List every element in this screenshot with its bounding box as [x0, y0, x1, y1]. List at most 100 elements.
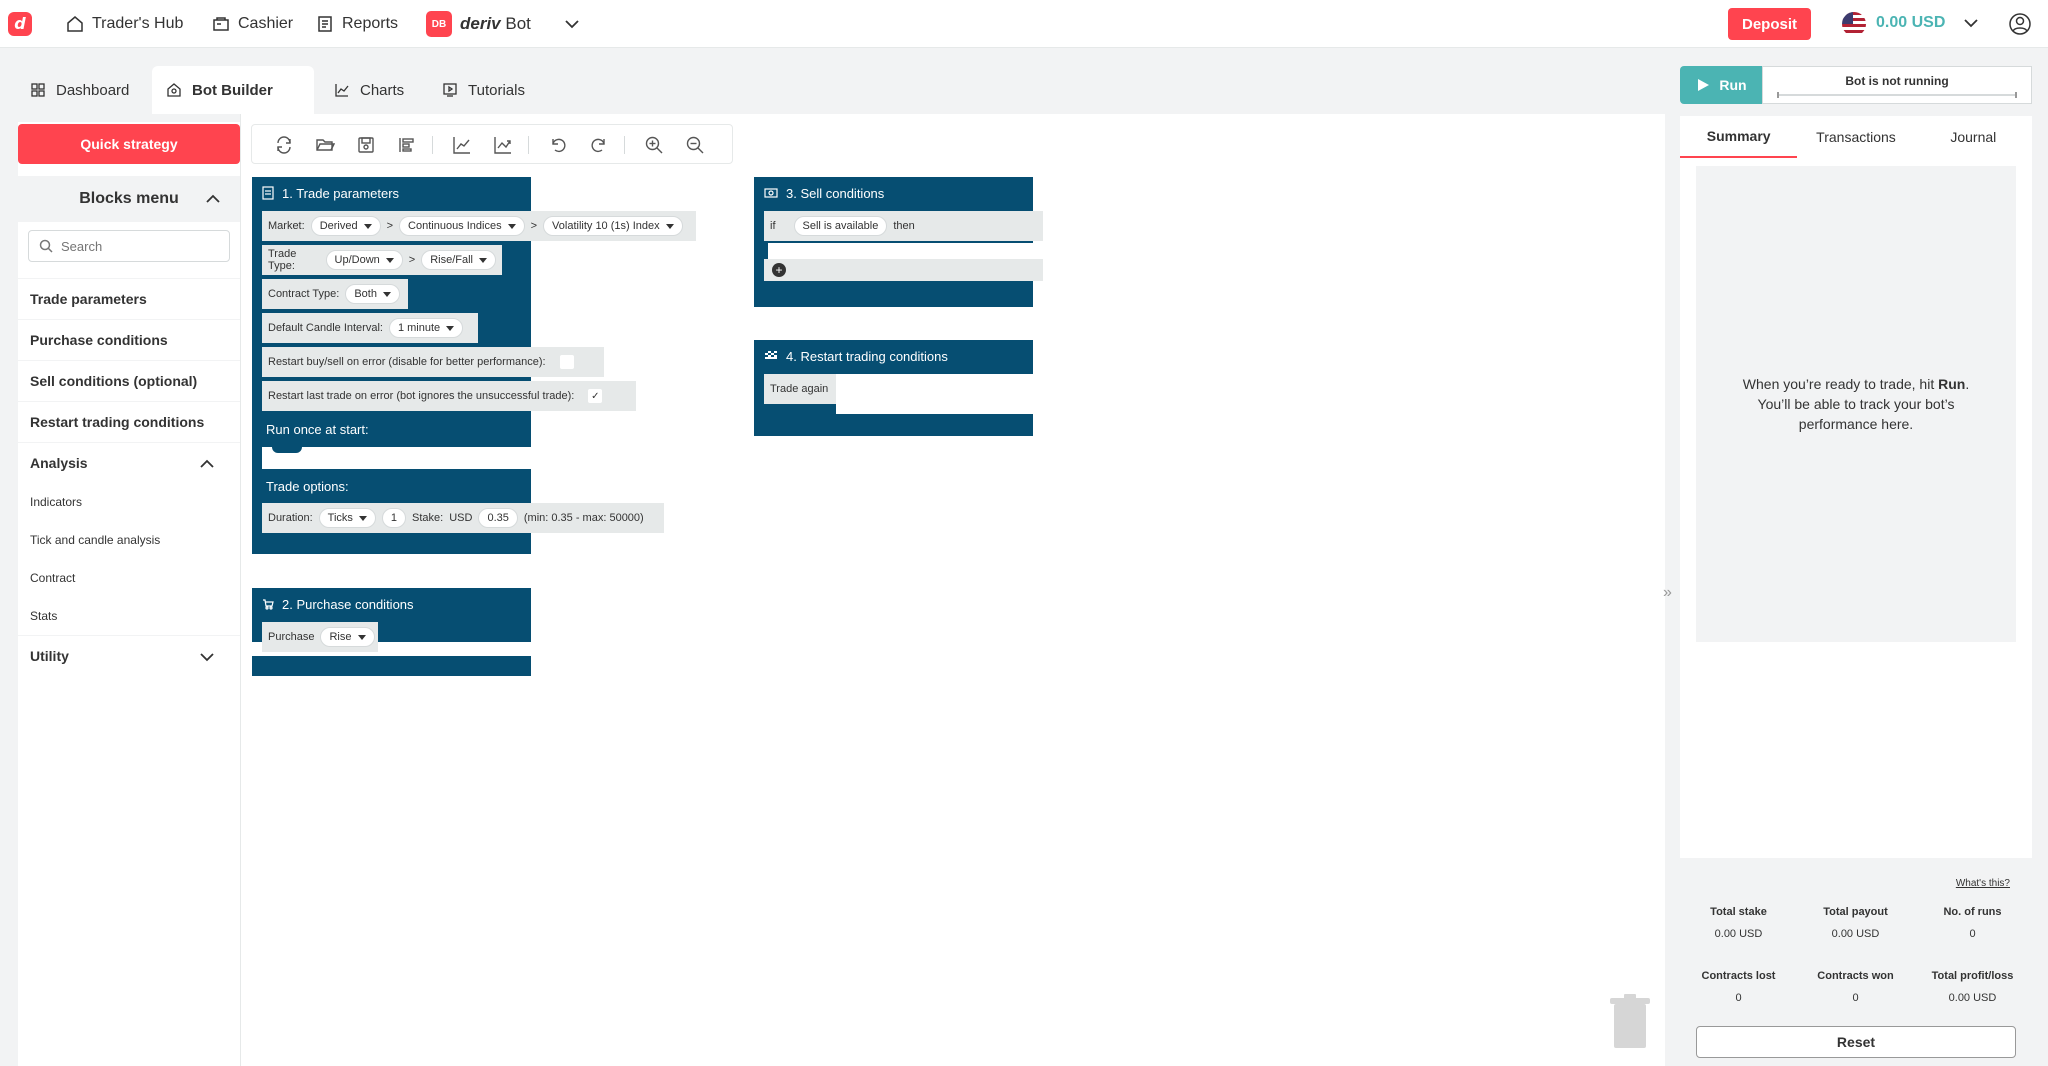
- save-icon[interactable]: [356, 135, 376, 155]
- trade-subtype-dropdown[interactable]: Rise/Fall: [421, 250, 496, 270]
- zoom-in-icon[interactable]: [644, 135, 664, 155]
- run-button[interactable]: Run: [1680, 66, 1762, 104]
- trade-again-block[interactable]: Trade again: [764, 374, 836, 404]
- restart-trading-conditions-block[interactable]: 4. Restart trading conditions Trade agai…: [754, 340, 1033, 436]
- reset-workspace-icon[interactable]: [274, 135, 294, 155]
- run-button-label: Run: [1719, 77, 1747, 93]
- purchase-conditions-block[interactable]: 2. Purchase conditions Purchase Rise: [252, 588, 531, 652]
- purchase-label: Purchase: [268, 631, 315, 643]
- whats-this-link[interactable]: What's this?: [1956, 878, 2010, 889]
- search-input[interactable]: [61, 238, 211, 254]
- purchase-dropdown[interactable]: Rise: [320, 627, 375, 647]
- app-switcher[interactable]: DB deriv Bot: [426, 11, 581, 37]
- restart-last-trade-row: Restart last trade on error (bot ignores…: [262, 381, 636, 411]
- deposit-button[interactable]: Deposit: [1728, 8, 1811, 40]
- nav-traders-hub[interactable]: Trader's Hub: [66, 12, 183, 36]
- chevron-up-icon[interactable]: [198, 455, 216, 473]
- trash-icon[interactable]: [1610, 994, 1650, 1050]
- submarket-separator: >: [530, 220, 538, 232]
- candle-interval-dropdown[interactable]: 1 minute: [388, 318, 464, 338]
- dropdown-arrow-icon: [382, 291, 391, 297]
- nav-reports[interactable]: Reports: [316, 12, 398, 36]
- stat-value: 0: [1852, 992, 1859, 1004]
- purchase-row: Purchase Rise: [262, 622, 378, 652]
- category-sell-conditions[interactable]: Sell conditions (optional): [18, 360, 240, 401]
- chevron-up-icon[interactable]: [204, 190, 222, 208]
- dropdown-arrow-icon: [446, 325, 455, 331]
- tab-bot-builder-label: Bot Builder: [192, 81, 273, 99]
- stake-value-input[interactable]: 0.35: [478, 508, 518, 528]
- category-utility[interactable]: Utility: [18, 635, 240, 676]
- dropdown-arrow-icon: [507, 223, 516, 229]
- contract-type-dropdown[interactable]: Both: [345, 284, 400, 304]
- trade-type-dropdown[interactable]: Up/Down: [325, 250, 403, 270]
- account-profile-icon[interactable]: [2008, 12, 2032, 36]
- trade-parameters-block[interactable]: 1. Trade parameters Market: Derived > Co…: [252, 177, 696, 554]
- category-analysis[interactable]: Analysis: [18, 442, 240, 483]
- trade-parameters-title[interactable]: 1. Trade parameters: [252, 177, 399, 209]
- deriv-logo-icon[interactable]: d: [8, 12, 32, 36]
- stat-label: Contracts lost: [1701, 970, 1776, 982]
- app-brand: deriv: [460, 14, 501, 33]
- sell-conditions-title[interactable]: 3. Sell conditions: [754, 177, 884, 209]
- tab-dashboard[interactable]: Dashboard: [16, 66, 146, 114]
- tab-bot-builder[interactable]: Bot Builder: [152, 66, 314, 114]
- market-value: Derived: [319, 220, 358, 232]
- stake-currency: USD: [449, 512, 473, 524]
- market-dropdown[interactable]: Derived: [310, 216, 381, 236]
- tab-journal[interactable]: Journal: [1915, 116, 2032, 158]
- subcategory-indicators[interactable]: Indicators: [18, 483, 240, 521]
- subcategory-tick-candle-analysis[interactable]: Tick and candle analysis: [18, 521, 240, 559]
- sell-conditions-block[interactable]: 3. Sell conditions if Sell is available …: [754, 177, 1043, 307]
- restart-trading-conditions-title[interactable]: 4. Restart trading conditions: [754, 340, 948, 372]
- tab-charts-label: Charts: [360, 81, 405, 99]
- tab-charts[interactable]: Charts: [320, 66, 420, 114]
- restart-last-trade-checkbox[interactable]: ✓: [588, 389, 603, 403]
- quick-strategy-button[interactable]: Quick strategy: [18, 124, 240, 164]
- submarket-dropdown[interactable]: Continuous Indices: [399, 216, 525, 236]
- stat-label: Total profit/loss: [1931, 970, 2014, 982]
- candle-interval-row: Default Candle Interval: 1 minute: [262, 313, 478, 343]
- collapse-panel-icon[interactable]: »: [1663, 584, 1672, 602]
- chart-icon[interactable]: [452, 135, 472, 155]
- chevron-down-icon[interactable]: [563, 15, 581, 33]
- tab-summary[interactable]: Summary: [1680, 116, 1798, 158]
- bot-workspace[interactable]: 1. Trade parameters Market: Derived > Co…: [241, 114, 1672, 1066]
- zoom-out-icon[interactable]: [685, 135, 705, 155]
- restart-buy-sell-checkbox[interactable]: [559, 355, 574, 369]
- blocks-menu-header[interactable]: Blocks menu: [18, 176, 240, 222]
- nav-cashier-label: Cashier: [238, 15, 294, 32]
- category-restart-trading-conditions[interactable]: Restart trading conditions: [18, 401, 240, 442]
- reset-button[interactable]: Reset: [1696, 1026, 2016, 1058]
- dashboard-icon: [31, 83, 45, 97]
- summary-empty-text-run: Run: [1938, 376, 1966, 392]
- stat-value: 0.00 USD: [1714, 928, 1763, 940]
- us-flag-icon[interactable]: [1842, 12, 1866, 36]
- bot-status-text: Bot is not running: [1845, 74, 1949, 88]
- nav-cashier[interactable]: Cashier: [212, 12, 293, 36]
- duration-unit-dropdown[interactable]: Ticks: [318, 508, 376, 528]
- tab-transactions[interactable]: Transactions: [1797, 116, 1914, 158]
- chevron-down-icon[interactable]: [198, 648, 216, 666]
- sell-statement-slot[interactable]: [768, 243, 1033, 259]
- category-purchase-conditions[interactable]: Purchase conditions: [18, 319, 240, 360]
- account-balance[interactable]: 0.00 USD: [1876, 14, 1945, 32]
- sort-blocks-icon[interactable]: [397, 135, 417, 155]
- symbol-dropdown[interactable]: Volatility 10 (1s) Index: [543, 216, 683, 236]
- chevron-down-icon[interactable]: [1962, 14, 1980, 32]
- run-once-slot[interactable]: [262, 447, 531, 469]
- category-trade-parameters[interactable]: Trade parameters: [18, 278, 240, 319]
- tab-tutorials[interactable]: Tutorials: [428, 66, 548, 114]
- duration-value-input[interactable]: 1: [381, 508, 407, 528]
- sell-is-available-block[interactable]: Sell is available: [793, 216, 888, 236]
- open-folder-icon[interactable]: [315, 135, 335, 155]
- undo-icon[interactable]: [548, 135, 568, 155]
- trading-view-chart-icon[interactable]: [493, 135, 513, 155]
- subcategory-stats[interactable]: Stats: [18, 597, 240, 635]
- stat-value: 0: [1969, 928, 1976, 940]
- redo-icon[interactable]: [589, 135, 609, 155]
- add-plus-icon[interactable]: +: [772, 263, 786, 277]
- subcategory-contract[interactable]: Contract: [18, 559, 240, 597]
- purchase-conditions-title[interactable]: 2. Purchase conditions: [252, 588, 414, 620]
- sell-conditions-icon: [764, 188, 778, 198]
